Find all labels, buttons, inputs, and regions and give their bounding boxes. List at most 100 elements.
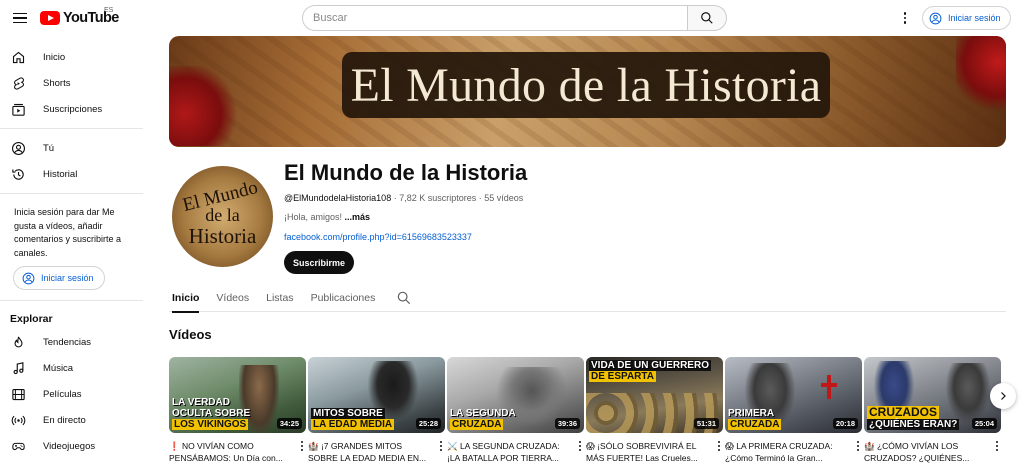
movies-icon (10, 386, 26, 402)
tab-videos[interactable]: Vídeos (216, 284, 249, 311)
sidebar-divider (0, 193, 143, 194)
video-title[interactable]: 😱 ¡SÓLO SOBREVIVIRÁ EL MÁS FUERTE! Las C… (586, 440, 710, 466)
sidebar-divider (0, 300, 143, 301)
video-thumbnail[interactable]: Primera cruzada 20:18 (725, 357, 862, 433)
video-card[interactable]: Vida de un guerrero de esparta 51:31 😱 ¡… (586, 357, 723, 470)
menu-icon[interactable] (8, 6, 32, 30)
sidebar-item-gaming[interactable]: Videojuegos (0, 433, 143, 459)
thumb-caption-line: de esparta (589, 371, 656, 382)
thumb-caption: Vida de un guerrero de esparta (589, 360, 711, 382)
sidebar-item-label: En directo (43, 414, 86, 426)
thumb-caption: Cruzados ¿quiénes eran? (867, 405, 960, 430)
sidebar-item-label: Historial (43, 168, 78, 180)
banner-title: El Mundo de la Historia (342, 52, 830, 118)
video-title[interactable]: 🏰 ¡7 GRANDES MITOS SOBRE LA EDAD MEDIA E… (308, 440, 432, 466)
live-icon (10, 412, 26, 428)
channel-avatar: El Mundo de la Historia (172, 166, 273, 267)
sidebar-item-movies[interactable]: Películas (0, 381, 143, 407)
thumb-caption-line: Primera (728, 408, 775, 419)
sidebar-item-trending[interactable]: Tendencias (0, 329, 143, 355)
subscriber-count: 7,82 K suscriptores (399, 193, 477, 203)
shorts-icon (10, 75, 26, 91)
sidebar-item-history[interactable]: Historial (0, 161, 143, 187)
video-duration: 25:04 (971, 418, 997, 429)
sidebar-item-home[interactable]: Inicio (0, 44, 143, 70)
thumb-caption-line: Mitos sobre (311, 408, 385, 419)
sidebar-item-label: Suscripciones (43, 103, 103, 115)
sidebar-item-you[interactable]: Tú (0, 135, 143, 161)
account-icon (22, 272, 35, 284)
gaming-icon (10, 438, 26, 454)
search-icon[interactable] (396, 290, 412, 306)
video-duration: 20:18 (832, 418, 858, 429)
video-title[interactable]: ❗ NO VIVÍAN COMO PENSÁBAMOS: Un Día con.… (169, 440, 293, 466)
video-card[interactable]: Cruzados ¿quiénes eran? 25:04 🏰 ¿CÓMO VI… (864, 357, 1001, 470)
banner-cloth-left (169, 66, 239, 146)
signin-button[interactable]: Iniciar sesión (922, 6, 1011, 30)
tab-inicio[interactable]: Inicio (172, 284, 200, 313)
video-thumbnail[interactable]: La verdad oculta sobre los vikingos 34:2… (169, 357, 306, 433)
thumb-caption-line: cruzada (450, 419, 504, 430)
video-duration: 39:36 (554, 418, 580, 429)
tab-publicaciones[interactable]: Publicaciones (311, 284, 376, 311)
region-code: ES (104, 7, 114, 14)
video-duration: 51:31 (693, 418, 719, 429)
video-title[interactable]: ⚔️ LA SEGUNDA CRUZADA: ¡LA BATALLA POR T… (447, 440, 571, 466)
video-thumbnail[interactable]: Vida de un guerrero de esparta 51:31 (586, 357, 723, 433)
sidebar-divider (0, 128, 143, 129)
shelf-next-button[interactable] (990, 383, 1016, 409)
sidebar-item-label: Música (43, 362, 74, 374)
thumb-caption-line: la edad media (311, 419, 395, 430)
channel-external-link[interactable]: facebook.com/profile.php?id=615696835233… (284, 232, 472, 242)
thumb-caption-line: oculta sobre (172, 408, 251, 419)
video-menu-icon[interactable] (715, 439, 723, 453)
sidebar-item-music[interactable]: Música (0, 355, 143, 381)
subscriptions-icon (10, 101, 26, 117)
sidebar-item-subscriptions[interactable]: Suscripciones (0, 96, 143, 122)
search-input[interactable] (302, 5, 687, 31)
search-button[interactable] (687, 5, 727, 31)
video-card[interactable]: La verdad oculta sobre los vikingos 34:2… (169, 357, 306, 470)
video-menu-icon[interactable] (993, 439, 1001, 453)
video-thumbnail[interactable]: Cruzados ¿quiénes eran? 25:04 (864, 357, 1001, 433)
sidebar-signin-button[interactable]: Iniciar sesión (13, 266, 105, 290)
description-more[interactable]: ...más (345, 212, 371, 222)
video-menu-icon[interactable] (576, 439, 584, 453)
trending-icon (10, 334, 26, 350)
more-options-icon[interactable] (897, 9, 913, 27)
video-card[interactable]: Primera cruzada 20:18 😱 LA PRIMERA CRUZA… (725, 357, 862, 470)
history-icon (10, 166, 26, 182)
video-thumbnail[interactable]: La segunda cruzada 39:36 (447, 357, 584, 433)
tab-listas[interactable]: Listas (266, 284, 293, 311)
channel-tabs: Inicio Vídeos Listas Publicaciones (169, 284, 1006, 313)
top-bar: YouTube ES Iniciar sesión (0, 0, 1024, 36)
video-card[interactable]: La segunda cruzada 39:36 ⚔️ LA SEGUNDA C… (447, 357, 584, 470)
thumb-cross (821, 375, 837, 399)
video-duration: 25:28 (415, 418, 441, 429)
video-thumbnail[interactable]: Mitos sobre la edad media 25:28 (308, 357, 445, 433)
user-icon (10, 140, 26, 156)
explore-title: Explorar (10, 313, 53, 325)
signin-prompt-text: Inicia sesión para dar Me gusta a vídeos… (14, 207, 122, 258)
sidebar-item-shorts[interactable]: Shorts (0, 70, 143, 96)
thumb-caption-line: Cruzados (867, 405, 939, 419)
music-icon (10, 360, 26, 376)
video-duration: 34:25 (276, 418, 302, 429)
video-card[interactable]: Mitos sobre la edad media 25:28 🏰 ¡7 GRA… (308, 357, 445, 470)
thumb-caption-line: La segunda (450, 408, 516, 419)
video-title[interactable]: 🏰 ¿CÓMO VIVÍAN LOS CRUZADOS? ¿QUIÉNES... (864, 440, 988, 466)
thumb-caption: La verdad oculta sobre los vikingos (172, 397, 250, 430)
sidebar-item-live[interactable]: En directo (0, 407, 143, 433)
sidebar-item-label: Inicio (43, 51, 66, 63)
sidebar-item-label: Tendencias (43, 336, 92, 348)
thumb-caption-line: los vikingos (172, 419, 249, 430)
home-icon (10, 49, 26, 65)
video-menu-icon[interactable] (854, 439, 862, 453)
section-title: Vídeos (169, 327, 212, 342)
video-title[interactable]: 😱 LA PRIMERA CRUZADA: ¿Cómo Terminó la G… (725, 440, 849, 466)
video-menu-icon[interactable] (437, 439, 445, 453)
channel-banner: El Mundo de la Historia (169, 36, 1006, 147)
subscribe-button[interactable]: Suscribirme (284, 251, 354, 274)
channel-description[interactable]: ¡Hola, amigos! ...más (284, 212, 370, 222)
video-menu-icon[interactable] (298, 439, 306, 453)
